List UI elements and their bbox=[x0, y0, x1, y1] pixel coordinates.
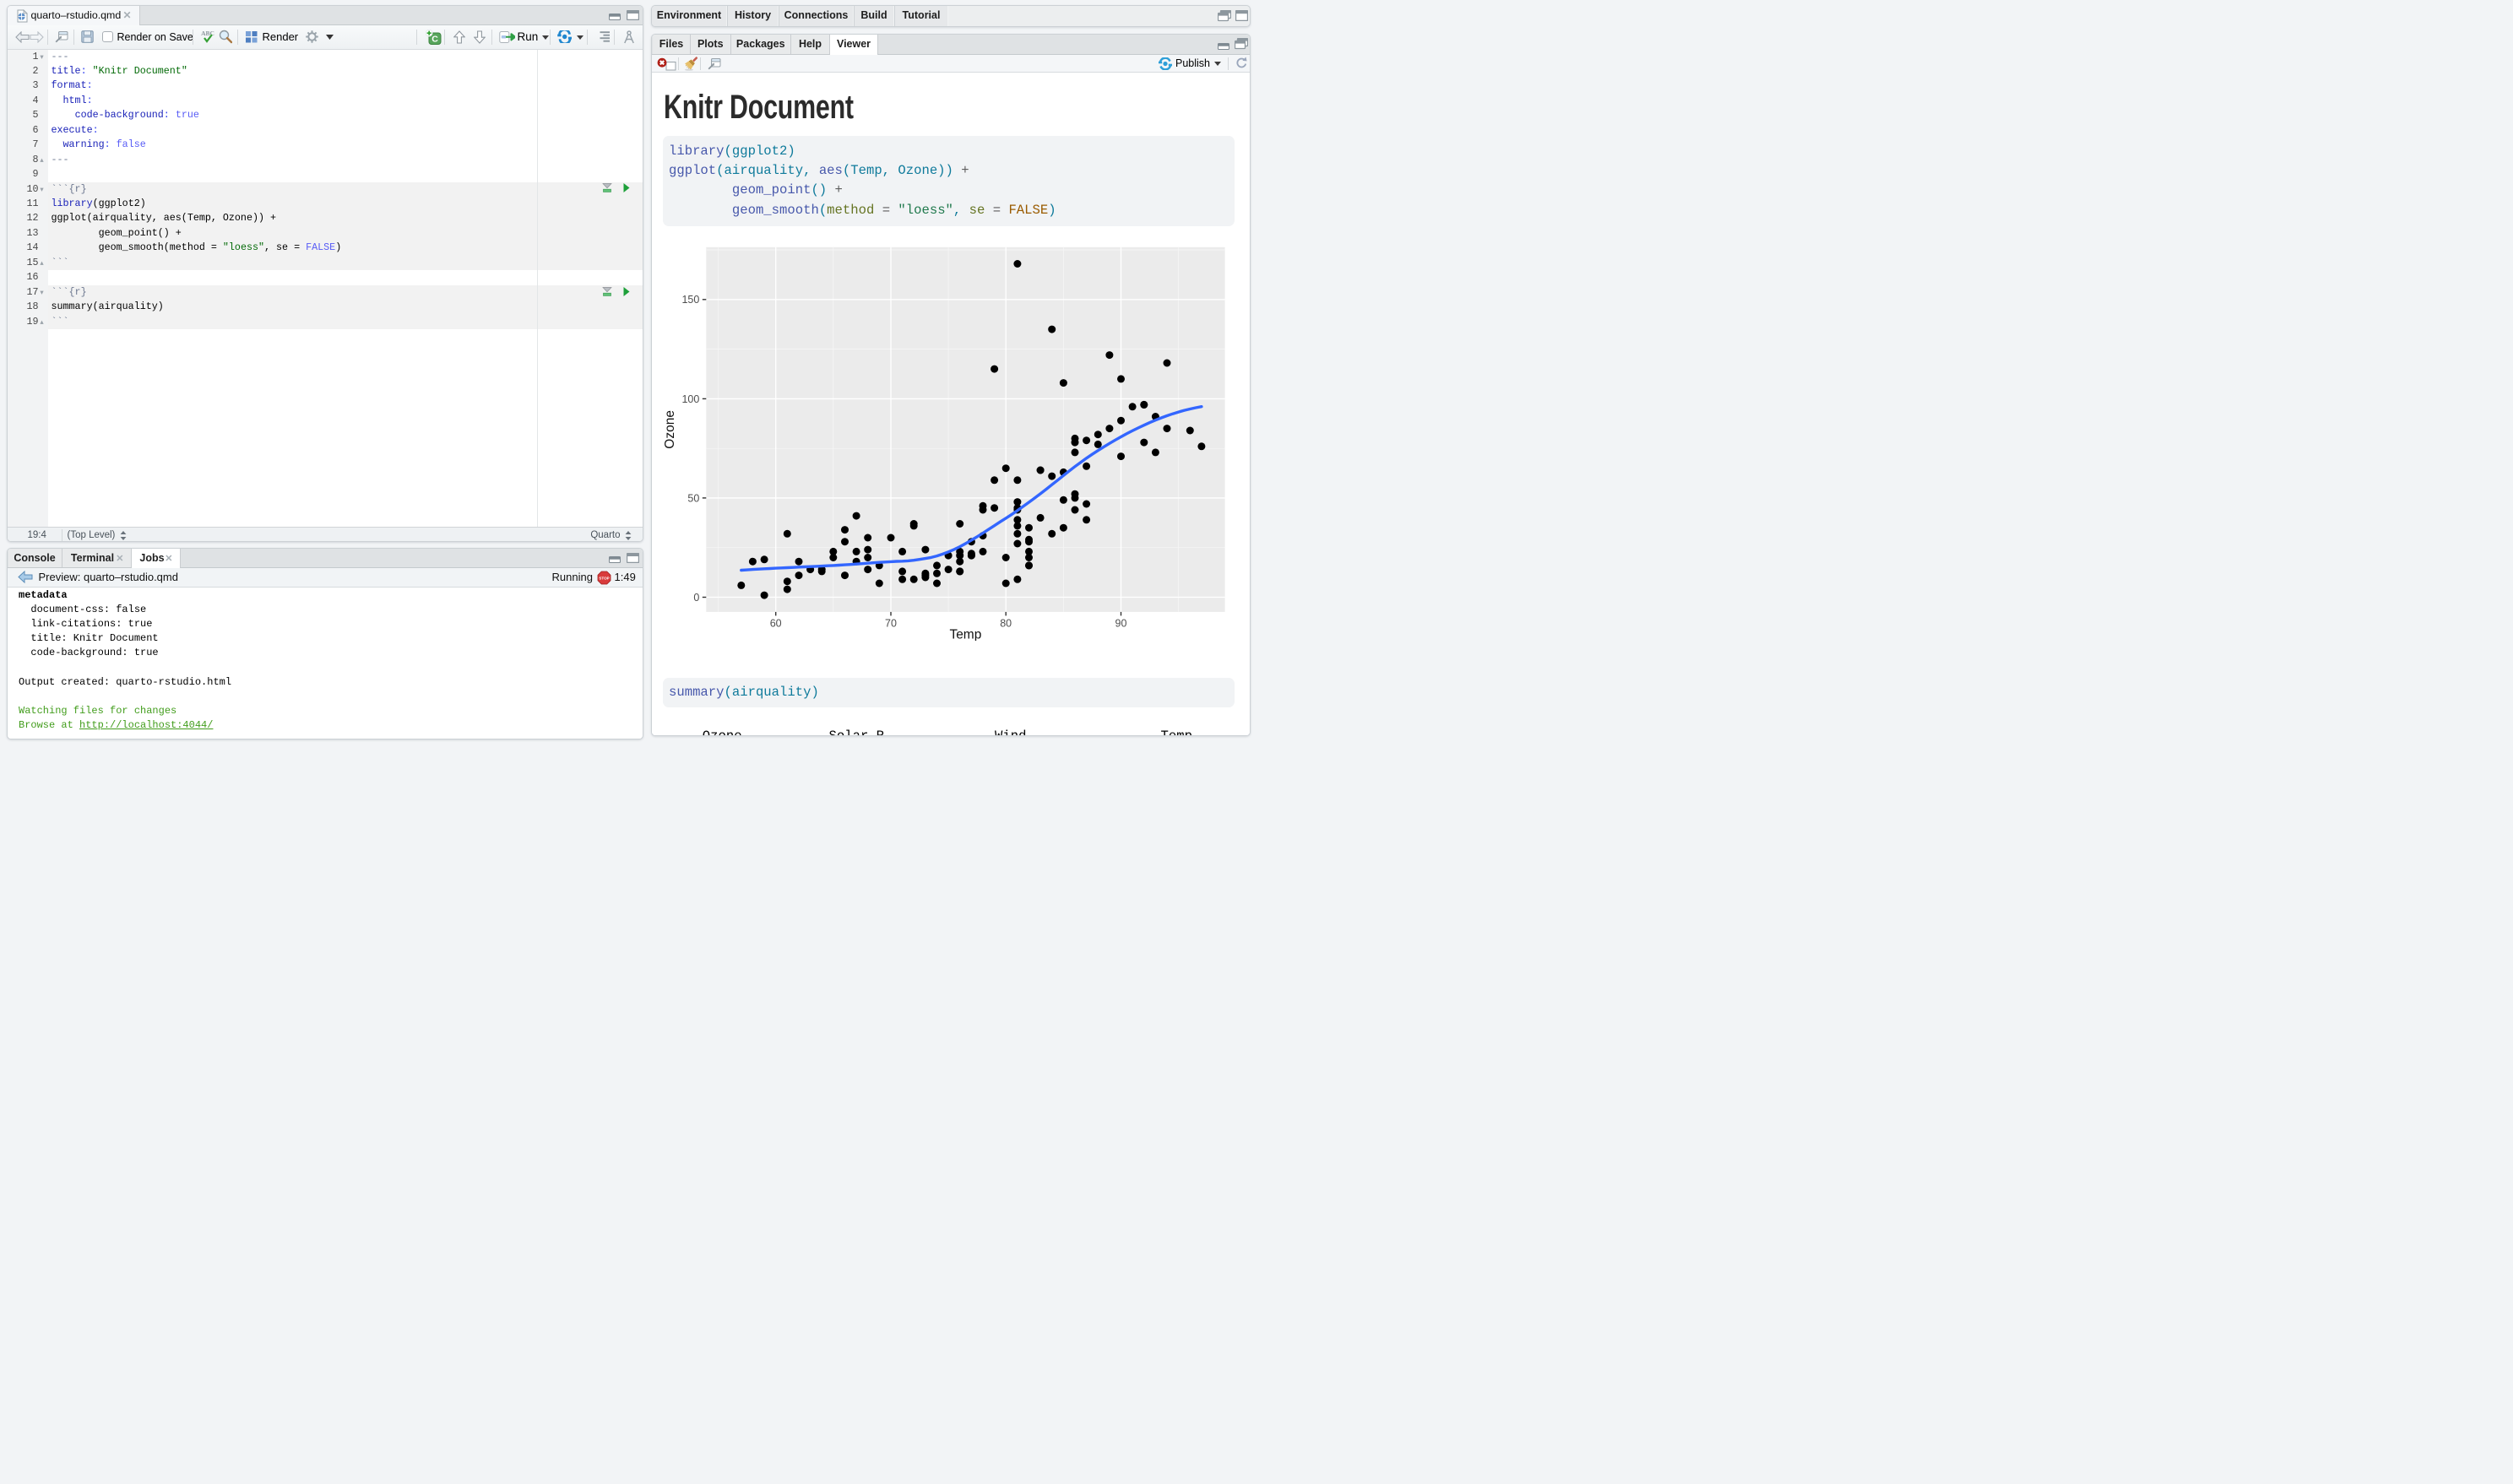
svg-text:60: 60 bbox=[770, 617, 782, 629]
svg-text:150: 150 bbox=[681, 294, 699, 306]
svg-text:100: 100 bbox=[681, 393, 699, 405]
svg-text:70: 70 bbox=[885, 617, 897, 629]
svg-text:Ozone: Ozone bbox=[663, 410, 677, 449]
svg-text:Temp: Temp bbox=[949, 628, 981, 642]
svg-text:80: 80 bbox=[1000, 617, 1012, 629]
svg-text:90: 90 bbox=[1115, 617, 1127, 629]
svg-text:STOP: STOP bbox=[599, 576, 609, 580]
svg-text:C: C bbox=[431, 34, 438, 44]
svg-text:50: 50 bbox=[687, 492, 699, 504]
svg-text:0: 0 bbox=[693, 592, 699, 604]
svg-text:ABC: ABC bbox=[201, 30, 214, 37]
